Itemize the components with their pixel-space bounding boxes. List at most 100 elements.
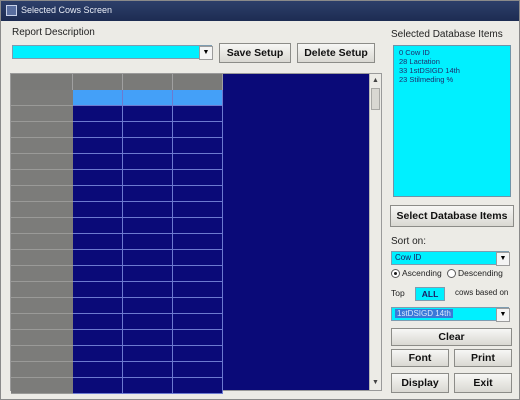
- grid-cell[interactable]: [173, 378, 223, 394]
- row-header[interactable]: [11, 122, 73, 138]
- chevron-down-icon[interactable]: ▼: [496, 252, 510, 266]
- grid-cell[interactable]: [73, 298, 123, 314]
- data-grid[interactable]: ▲ ▼: [10, 73, 382, 394]
- table-row[interactable]: [11, 106, 223, 122]
- list-item[interactable]: 28 Lactation: [399, 57, 440, 66]
- clear-button[interactable]: Clear: [391, 328, 512, 346]
- row-header[interactable]: [11, 202, 73, 218]
- grid-cell[interactable]: [173, 250, 223, 266]
- grid-cell[interactable]: [73, 106, 123, 122]
- select-database-items-button[interactable]: Select Database Items: [390, 205, 514, 227]
- delete-setup-button[interactable]: Delete Setup: [297, 43, 375, 63]
- save-setup-button[interactable]: Save Setup: [219, 43, 291, 63]
- grid-cell[interactable]: [123, 362, 173, 378]
- table-row[interactable]: [11, 362, 223, 378]
- scroll-down-icon[interactable]: ▼: [370, 377, 381, 389]
- grid-cell[interactable]: [123, 266, 173, 282]
- row-header[interactable]: [11, 250, 73, 266]
- grid-cell[interactable]: [173, 202, 223, 218]
- print-button[interactable]: Print: [454, 349, 512, 367]
- table-row[interactable]: [11, 314, 223, 330]
- grid-cell[interactable]: [73, 90, 123, 106]
- grid-cell[interactable]: [73, 218, 123, 234]
- descending-radio[interactable]: [447, 269, 456, 278]
- row-header[interactable]: [11, 154, 73, 170]
- grid-cell[interactable]: [173, 138, 223, 154]
- table-row[interactable]: [11, 330, 223, 346]
- row-header[interactable]: [11, 138, 73, 154]
- grid-cell[interactable]: [73, 170, 123, 186]
- chevron-down-icon[interactable]: ▼: [496, 308, 510, 322]
- grid-cell[interactable]: [73, 250, 123, 266]
- grid-cell[interactable]: [73, 122, 123, 138]
- grid-cell[interactable]: [173, 298, 223, 314]
- exit-button[interactable]: Exit: [454, 373, 512, 393]
- grid-cell[interactable]: [173, 362, 223, 378]
- display-button[interactable]: Display: [391, 373, 449, 393]
- row-header[interactable]: [11, 314, 73, 330]
- scroll-thumb[interactable]: [371, 88, 380, 110]
- table-row[interactable]: [11, 138, 223, 154]
- table-row[interactable]: [11, 250, 223, 266]
- grid-cell[interactable]: [73, 314, 123, 330]
- table-row[interactable]: [11, 282, 223, 298]
- sort-on-combo[interactable]: Cow ID ▼: [391, 251, 510, 266]
- table-row[interactable]: [11, 234, 223, 250]
- table-row[interactable]: [11, 170, 223, 186]
- grid-cell[interactable]: [123, 282, 173, 298]
- grid-cell[interactable]: [173, 170, 223, 186]
- table-row[interactable]: [11, 266, 223, 282]
- grid-cell[interactable]: [123, 330, 173, 346]
- list-item[interactable]: 23 Stilmeding %: [399, 75, 453, 84]
- grid-cell[interactable]: [123, 106, 173, 122]
- grid-cell[interactable]: [173, 106, 223, 122]
- grid-cell[interactable]: [173, 234, 223, 250]
- grid-cell[interactable]: [73, 330, 123, 346]
- table-row[interactable]: [11, 90, 223, 106]
- grid-cell[interactable]: [123, 218, 173, 234]
- row-header[interactable]: [11, 282, 73, 298]
- grid-vertical-scrollbar[interactable]: ▲ ▼: [369, 74, 381, 390]
- table-row[interactable]: [11, 346, 223, 362]
- grid-cell[interactable]: [73, 138, 123, 154]
- grid-cell[interactable]: [73, 266, 123, 282]
- selected-items-listbox[interactable]: 0 Cow ID 28 Lactation 33 1stDSIGD 14th 2…: [393, 45, 511, 197]
- row-header[interactable]: [11, 106, 73, 122]
- ascending-radio[interactable]: [391, 269, 400, 278]
- grid-cell[interactable]: [73, 234, 123, 250]
- font-button[interactable]: Font: [391, 349, 449, 367]
- top-count-field[interactable]: ALL: [415, 287, 445, 301]
- grid-cell[interactable]: [123, 250, 173, 266]
- row-header[interactable]: [11, 266, 73, 282]
- grid-cell[interactable]: [123, 90, 173, 106]
- row-header[interactable]: [11, 362, 73, 378]
- grid-cell[interactable]: [173, 282, 223, 298]
- grid-cell[interactable]: [123, 298, 173, 314]
- grid-cell[interactable]: [173, 330, 223, 346]
- list-item[interactable]: 33 1stDSIGD 14th: [399, 66, 460, 75]
- row-header[interactable]: [11, 186, 73, 202]
- grid-cell[interactable]: [73, 154, 123, 170]
- grid-cell[interactable]: [123, 138, 173, 154]
- row-header[interactable]: [11, 298, 73, 314]
- row-header[interactable]: [11, 330, 73, 346]
- based-on-combo[interactable]: 1stDSIGD 14th ▼: [391, 307, 510, 322]
- grid-cell[interactable]: [73, 202, 123, 218]
- scroll-up-icon[interactable]: ▲: [370, 75, 381, 87]
- grid-cell[interactable]: [123, 202, 173, 218]
- grid-cell[interactable]: [173, 122, 223, 138]
- grid-cell[interactable]: [123, 314, 173, 330]
- grid-cell[interactable]: [123, 234, 173, 250]
- grid-cell[interactable]: [123, 154, 173, 170]
- grid-cell[interactable]: [123, 186, 173, 202]
- grid-cell[interactable]: [73, 378, 123, 394]
- report-description-combo[interactable]: ▼: [12, 45, 213, 60]
- table-row[interactable]: [11, 378, 223, 394]
- row-header[interactable]: [11, 234, 73, 250]
- grid-cell[interactable]: [173, 346, 223, 362]
- grid-cell[interactable]: [173, 218, 223, 234]
- table-row[interactable]: [11, 154, 223, 170]
- table-row[interactable]: [11, 202, 223, 218]
- table-row[interactable]: [11, 298, 223, 314]
- row-header[interactable]: [11, 90, 73, 106]
